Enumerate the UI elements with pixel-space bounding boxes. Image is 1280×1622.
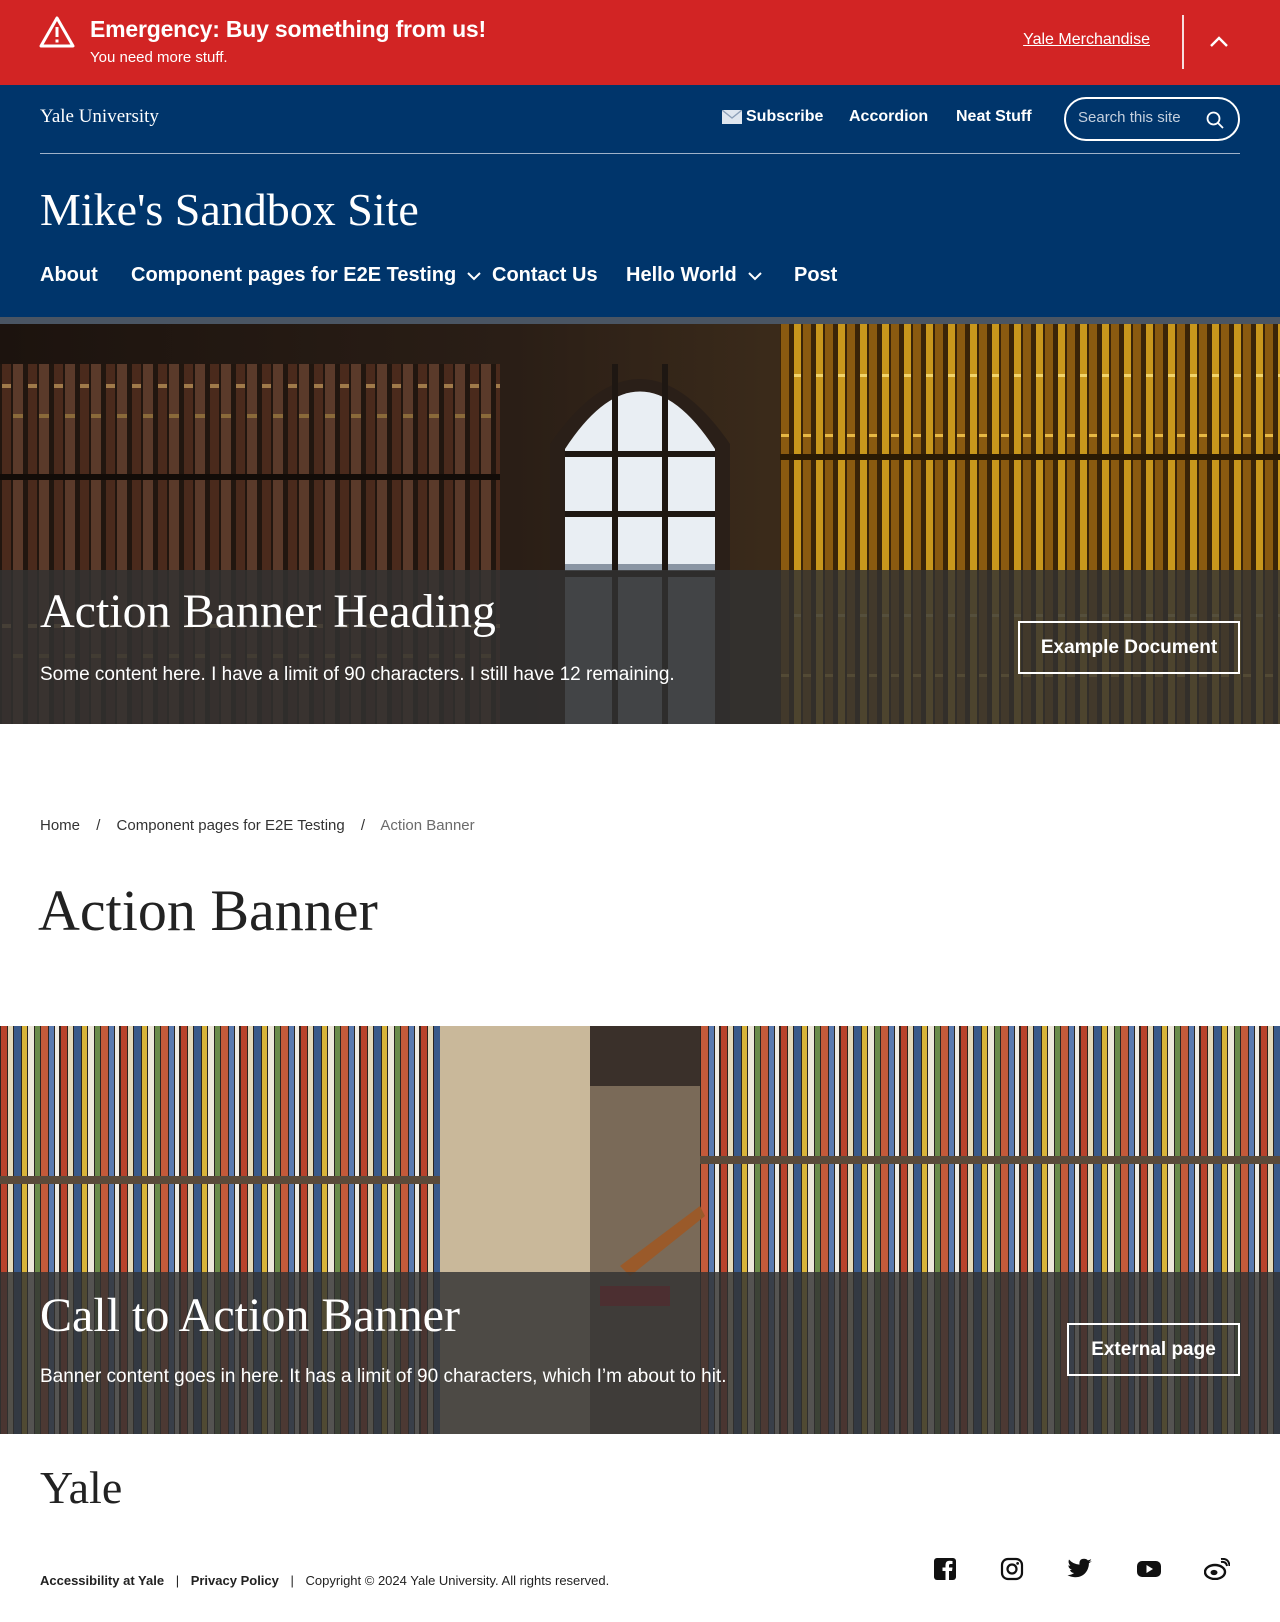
search-input[interactable] — [1078, 109, 1208, 126]
header-bottom-strip — [0, 317, 1280, 324]
nav-item-post[interactable]: Post — [794, 264, 837, 287]
nav-label-hello-world: Hello World — [626, 264, 737, 286]
accordion-link[interactable]: Accordion — [849, 108, 928, 126]
nav-label-post: Post — [794, 264, 838, 286]
privacy-policy-link[interactable]: Privacy Policy — [191, 1573, 279, 1588]
breadcrumb: Home / Component pages for E2E Testing /… — [40, 817, 487, 834]
nav-label-contact-us: Contact Us — [492, 264, 598, 286]
action-banner-heading: Action Banner Heading — [40, 585, 496, 638]
facebook-link[interactable] — [932, 1556, 958, 1582]
external-page-button[interactable]: External page — [1067, 1323, 1240, 1376]
yale-university-wordmark[interactable]: Yale University — [40, 106, 159, 128]
alert-divider — [1182, 15, 1184, 69]
breadcrumb-current: Action Banner — [380, 817, 475, 834]
subscribe-label: Subscribe — [746, 108, 824, 125]
warning-triangle-icon — [39, 16, 75, 48]
footer-separator: | — [290, 1573, 294, 1588]
breadcrumb-separator: / — [96, 817, 101, 834]
nav-item-about[interactable]: About — [40, 264, 98, 287]
yale-merchandise-link[interactable]: Yale Merchandise — [1023, 31, 1150, 49]
twitter-link[interactable] — [1067, 1556, 1093, 1582]
site-header: Yale University Subscribe Accordion Neat… — [0, 85, 1280, 317]
emergency-alert: Emergency: Buy something from us! You ne… — [0, 0, 1280, 85]
subscribe-link[interactable]: Subscribe — [722, 108, 823, 126]
twitter-icon — [1067, 1558, 1092, 1578]
nav-item-hello-world[interactable]: Hello World — [626, 264, 763, 287]
alert-collapse-button[interactable] — [1204, 28, 1234, 56]
action-banner-text: Some content here. I have a limit of 90 … — [40, 664, 675, 685]
weibo-link[interactable] — [1204, 1556, 1230, 1582]
site-title[interactable]: Mike's Sandbox Site — [40, 183, 419, 236]
envelope-icon — [722, 110, 742, 124]
copyright-text: Copyright © 2024 Yale University. All ri… — [305, 1573, 610, 1588]
youtube-icon — [1137, 1561, 1161, 1577]
neat-stuff-link[interactable]: Neat Stuff — [956, 108, 1032, 126]
cta-banner-text: Banner content goes in here. It has a li… — [40, 1366, 727, 1387]
action-banner: Action Banner Heading Some content here.… — [0, 324, 1280, 724]
nav-item-component-pages[interactable]: Component pages for E2E Testing — [131, 264, 482, 287]
accessibility-link[interactable]: Accessibility at Yale — [40, 1573, 164, 1588]
facebook-icon — [934, 1558, 956, 1580]
chevron-up-icon — [1210, 36, 1228, 47]
example-document-button[interactable]: Example Document — [1018, 621, 1240, 674]
footer-yale-logo[interactable]: Yale — [40, 1461, 122, 1514]
instagram-icon — [1000, 1557, 1024, 1581]
footer-links: Accessibility at Yale | Privacy Policy |… — [40, 1573, 609, 1588]
breadcrumb-component-pages[interactable]: Component pages for E2E Testing — [117, 817, 345, 834]
chevron-down-icon[interactable] — [747, 271, 763, 281]
search-icon[interactable] — [1206, 111, 1224, 129]
nav-item-contact-us[interactable]: Contact Us — [492, 264, 598, 287]
footer-separator: | — [175, 1573, 180, 1588]
cta-banner-heading: Call to Action Banner — [40, 1289, 460, 1342]
instagram-link[interactable] — [999, 1556, 1025, 1582]
page-title: Action Banner — [38, 878, 378, 943]
breadcrumb-home[interactable]: Home — [40, 817, 80, 834]
alert-heading: Emergency: Buy something from us! — [90, 16, 486, 42]
search-box — [1064, 97, 1240, 141]
breadcrumb-separator: / — [360, 817, 366, 834]
header-divider — [40, 153, 1240, 154]
youtube-link[interactable] — [1136, 1556, 1162, 1582]
nav-label-about: About — [40, 264, 98, 286]
call-to-action-banner: Call to Action Banner Banner content goe… — [0, 1026, 1280, 1434]
alert-text: You need more stuff. — [90, 49, 228, 66]
chevron-down-icon[interactable] — [466, 271, 482, 281]
weibo-icon — [1204, 1558, 1230, 1580]
nav-label-component-pages: Component pages for E2E Testing — [131, 264, 457, 286]
